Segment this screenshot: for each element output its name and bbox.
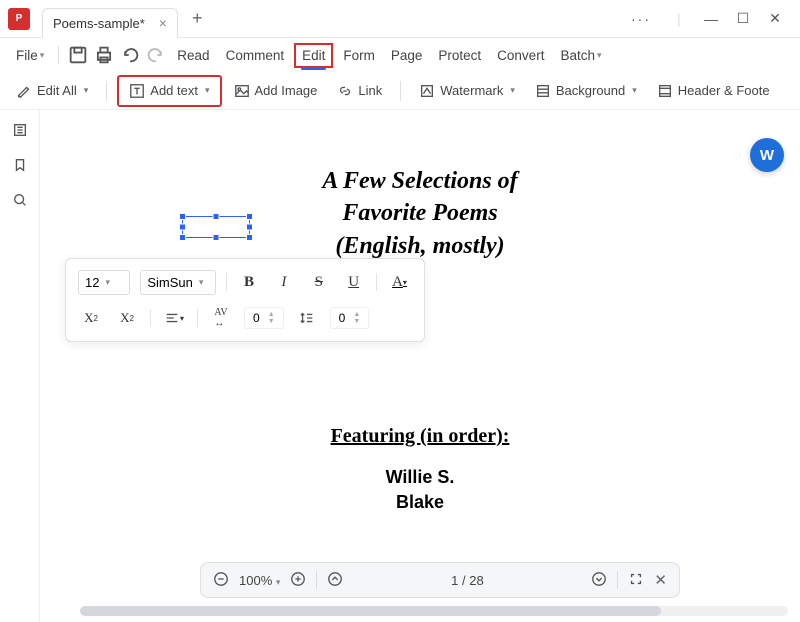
maximize-button[interactable]: ☐ — [730, 10, 756, 27]
bookmark-icon[interactable] — [12, 157, 28, 178]
window-controls: ··· | — ☐ ✕ — [628, 10, 800, 27]
font-color-button[interactable]: A▾ — [387, 269, 412, 295]
watermark-button[interactable]: Watermark▾ — [411, 79, 523, 103]
close-statusbar-button[interactable]: ✕ — [654, 571, 667, 589]
line-height-icon — [294, 305, 320, 331]
document-canvas[interactable]: W A Few Selections of Favorite Poems (En… — [40, 110, 800, 622]
separator — [58, 46, 59, 64]
background-button[interactable]: Background▾ — [527, 79, 645, 103]
text-selection-box[interactable] — [182, 216, 250, 238]
minimize-button[interactable]: — — [698, 11, 724, 27]
resize-handle[interactable] — [213, 213, 220, 220]
document-title-text: A Few Selections of Favorite Poems (Engl… — [310, 165, 530, 262]
featuring-heading: Featuring (in order): — [331, 425, 510, 448]
letter-spacing-icon: AV↔ — [208, 305, 234, 331]
separator — [106, 81, 107, 101]
new-tab-button[interactable]: + — [192, 8, 203, 29]
save-icon[interactable] — [67, 44, 89, 66]
resize-handle[interactable] — [213, 234, 220, 241]
menu-batch[interactable]: Batch▾ — [554, 44, 607, 67]
horizontal-scrollbar[interactable] — [80, 606, 788, 616]
menu-page[interactable]: Page — [385, 44, 429, 67]
font-name-select[interactable]: SimSun▾ — [140, 270, 215, 295]
link-button[interactable]: Link — [329, 79, 390, 103]
menu-edit[interactable]: Edit — [294, 43, 333, 68]
close-window-button[interactable]: ✕ — [762, 10, 788, 27]
superscript-button[interactable]: X2 — [78, 305, 104, 331]
edit-toolbar: Edit All▾ Add text▾ Add Image Link Water… — [0, 72, 800, 110]
title-bar: P Poems-sample* × + ··· | — ☐ ✕ — [0, 0, 800, 38]
add-text-button[interactable]: Add text▾ — [117, 75, 221, 107]
zoom-in-button[interactable] — [290, 571, 306, 590]
page-up-button[interactable] — [327, 571, 343, 590]
menu-file[interactable]: File▾ — [10, 44, 50, 67]
bold-button[interactable]: B — [237, 269, 262, 295]
page-down-button[interactable] — [591, 571, 607, 590]
text-format-panel: 12▾ SimSun▾ B I S U A▾ X2 X2 ▾ AV↔ — [65, 258, 425, 342]
resize-handle[interactable] — [179, 224, 186, 231]
close-tab-icon[interactable]: × — [159, 15, 167, 31]
redo-icon[interactable] — [145, 44, 167, 66]
resize-handle[interactable] — [179, 234, 186, 241]
undo-icon[interactable] — [119, 44, 141, 66]
line-height-input[interactable]: 0 ▲▼ — [330, 307, 370, 329]
thumbnails-icon[interactable] — [12, 122, 28, 143]
print-icon[interactable] — [93, 44, 115, 66]
author-name: Willie S. — [386, 465, 455, 490]
subscript-button[interactable]: X2 — [114, 305, 140, 331]
author-list: Willie S. Blake — [386, 465, 455, 515]
author-name: Blake — [386, 490, 455, 515]
resize-handle[interactable] — [179, 213, 186, 220]
side-panel — [0, 110, 40, 622]
zoom-level[interactable]: 100% ▾ — [239, 573, 280, 588]
resize-handle[interactable] — [246, 234, 253, 241]
add-image-button[interactable]: Add Image — [226, 79, 326, 103]
menu-bar: File▾ Read Comment Edit Form Page Protec… — [0, 38, 800, 72]
menu-read[interactable]: Read — [171, 44, 215, 67]
app-icon: P — [8, 8, 30, 30]
menu-form[interactable]: Form — [337, 44, 381, 67]
fullscreen-button[interactable] — [628, 571, 644, 590]
status-bar: 100% ▾ 1 / 28 ✕ — [200, 562, 680, 598]
strikethrough-button[interactable]: S — [306, 269, 331, 295]
resize-handle[interactable] — [246, 224, 253, 231]
scrollbar-thumb[interactable] — [80, 606, 661, 616]
document-tab[interactable]: Poems-sample* × — [42, 8, 178, 38]
font-size-select[interactable]: 12▾ — [78, 270, 130, 295]
workspace: W A Few Selections of Favorite Poems (En… — [0, 110, 800, 622]
page-indicator[interactable]: 1 / 28 — [451, 573, 484, 588]
underline-button[interactable]: U — [341, 269, 366, 295]
edit-all-button[interactable]: Edit All▾ — [8, 79, 96, 103]
word-export-button[interactable]: W — [750, 138, 784, 172]
menu-comment[interactable]: Comment — [220, 44, 291, 67]
tab-title: Poems-sample* — [53, 16, 145, 31]
menu-convert[interactable]: Convert — [491, 44, 550, 67]
resize-handle[interactable] — [246, 213, 253, 220]
align-button[interactable]: ▾ — [161, 305, 187, 331]
italic-button[interactable]: I — [271, 269, 296, 295]
separator — [400, 81, 401, 101]
letter-spacing-input[interactable]: 0 ▲▼ — [244, 307, 284, 329]
zoom-out-button[interactable] — [213, 571, 229, 590]
more-icon[interactable]: ··· — [628, 11, 654, 27]
menu-protect[interactable]: Protect — [432, 44, 487, 67]
search-icon[interactable] — [12, 192, 28, 213]
header-footer-button[interactable]: Header & Foote — [649, 79, 778, 103]
